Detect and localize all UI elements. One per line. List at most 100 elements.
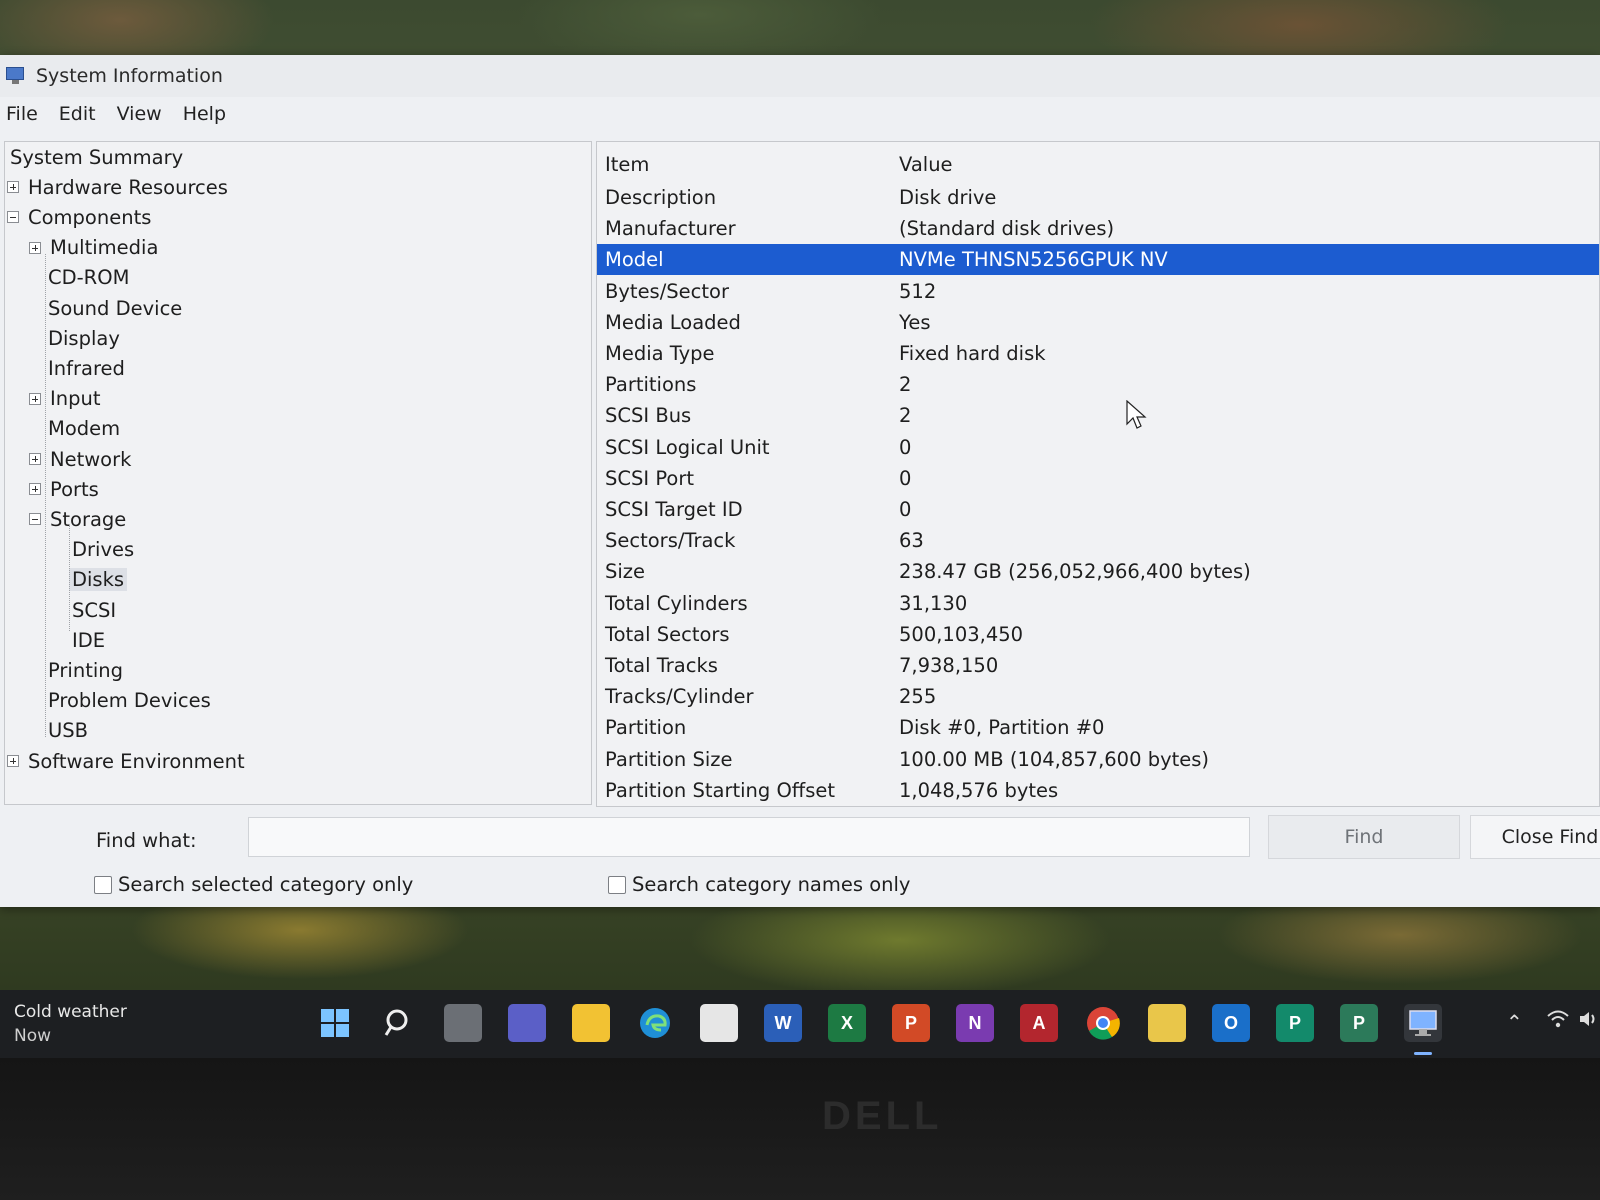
column-header-item[interactable]: Item (605, 153, 649, 176)
outlook-icon[interactable]: O (1212, 1004, 1250, 1042)
table-row[interactable]: Media Loaded Yes (597, 307, 1599, 338)
expand-plus-icon[interactable] (7, 181, 19, 194)
system-information-icon[interactable] (1404, 1004, 1442, 1042)
menu-file[interactable]: File (4, 101, 49, 127)
table-row[interactable]: Partition Size 100.00 MB (104,857,600 byt… (597, 744, 1599, 775)
checkbox-box[interactable] (608, 875, 626, 894)
column-header-value[interactable]: Value (899, 153, 953, 176)
find-what-input[interactable] (248, 817, 1250, 857)
tree-item-label: USB (48, 719, 89, 743)
table-row[interactable]: Media Type Fixed hard disk (597, 338, 1599, 369)
tree-item-ports[interactable]: Ports (29, 475, 102, 503)
table-row[interactable]: Bytes/Sector 512 (597, 276, 1599, 307)
excel-icon[interactable]: X (828, 1004, 866, 1042)
menu-edit[interactable]: Edit (57, 101, 107, 127)
tree-item-printing[interactable]: Printing (45, 656, 126, 684)
menu-help[interactable]: Help (181, 101, 237, 127)
file-explorer-icon[interactable] (572, 1004, 610, 1042)
table-row[interactable]: SCSI Logical Unit 0 (597, 432, 1599, 463)
table-row[interactable]: Tracks/Cylinder 255 (597, 681, 1599, 712)
expand-plus-icon[interactable] (7, 755, 19, 767)
value-cell: 238.47 GB (256,052,966,400 bytes) (899, 560, 1251, 584)
search-selected-category-checkbox[interactable]: Search selected category only (94, 873, 413, 896)
tree-item-label: Input (50, 387, 101, 411)
tree-item-input[interactable]: Input (29, 385, 104, 413)
item-cell: Partitions (605, 373, 697, 397)
tree-item-infrared[interactable]: Infrared (45, 354, 128, 382)
tree-item-label: IDE (72, 628, 106, 652)
tree-item-problem-devices[interactable]: Problem Devices (45, 687, 214, 715)
value-cell: 500,103,450 (899, 622, 1024, 646)
table-row[interactable]: SCSI Bus 2 (597, 400, 1599, 431)
checkbox-box[interactable] (94, 875, 112, 894)
tree-item-label: Drives (72, 538, 135, 562)
find-bar: Find what: Find Close Find Search select… (22, 807, 1600, 907)
publisher-icon[interactable]: P (1276, 1004, 1314, 1042)
table-row[interactable]: Description Disk drive (597, 182, 1599, 213)
tree-item-label: Infrared (48, 356, 125, 380)
value-cell: Fixed hard disk (899, 342, 1046, 365)
tree-item-hardware-resources[interactable]: Hardware Resources (7, 173, 231, 201)
tree-item-components[interactable]: Components (7, 203, 154, 231)
expand-plus-icon[interactable] (29, 453, 41, 465)
table-row[interactable]: Manufacturer (Standard disk drives) (597, 213, 1599, 244)
value-cell: 2 (899, 373, 912, 397)
table-row[interactable]: Total Sectors 500,103,450 (597, 619, 1599, 650)
table-row[interactable]: Total Cylinders 31,130 (597, 588, 1599, 619)
expand-plus-icon[interactable] (29, 241, 41, 254)
tree-item-multimedia[interactable]: Multimedia (29, 234, 161, 262)
table-row[interactable]: Model NVMe THNSN5256GPUK NV (597, 244, 1599, 276)
show-hidden-icons-chevron-icon[interactable]: ⌃ (1506, 1010, 1523, 1034)
table-row[interactable]: Sectors/Track 63 (597, 525, 1599, 556)
table-row[interactable]: Partitions 2 (597, 369, 1599, 400)
wifi-icon[interactable] (1546, 1008, 1570, 1035)
tree-item-sound-device[interactable]: Sound Device (45, 294, 185, 322)
tree-item-label: CD-ROM (48, 266, 130, 290)
powerpoint-icon[interactable]: P (892, 1004, 930, 1042)
tree-item-ide[interactable]: IDE (69, 626, 108, 654)
access-icon[interactable]: A (1020, 1004, 1058, 1042)
table-row[interactable]: Partition Starting Offset 1,048,576 bytes (597, 775, 1599, 806)
tree-item-usb[interactable]: USB (45, 717, 91, 745)
search-icon[interactable] (380, 1004, 418, 1042)
tree-item-label: SCSI (72, 598, 117, 622)
tree-item-display[interactable]: Display (45, 324, 123, 352)
task-view-icon[interactable] (444, 1004, 482, 1042)
tree-item-system-summary[interactable]: System Summary (7, 143, 186, 171)
taskbar: Cold weather Now WXPNAOPP ⌃ (0, 990, 1600, 1058)
tree-item-modem[interactable]: Modem (45, 415, 123, 443)
tree-item-cd-rom[interactable]: CD-ROM (45, 264, 132, 292)
chrome-icon[interactable] (1084, 1004, 1122, 1042)
table-row[interactable]: Size 238.47 GB (256,052,966,400 bytes) (597, 556, 1599, 587)
expand-plus-icon[interactable] (29, 483, 41, 496)
menu-view[interactable]: View (115, 101, 173, 127)
close-find-button[interactable]: Close Find (1470, 815, 1600, 859)
collapse-minus-icon[interactable] (7, 211, 19, 224)
search-category-names-checkbox[interactable]: Search category names only (608, 873, 910, 896)
details-table[interactable]: Item Value Description Disk drive Manufact… (596, 141, 1600, 807)
store-icon[interactable] (700, 1004, 738, 1042)
files-icon[interactable] (1148, 1004, 1186, 1042)
onenote-icon[interactable]: N (956, 1004, 994, 1042)
table-row[interactable]: SCSI Target ID 0 (597, 494, 1599, 525)
table-row[interactable]: SCSI Port 0 (597, 463, 1599, 494)
volume-icon[interactable] (1578, 1008, 1598, 1035)
expand-plus-icon[interactable] (29, 392, 41, 405)
word-icon[interactable]: W (764, 1004, 802, 1042)
tree-item-software-environment[interactable]: Software Environment (7, 747, 248, 775)
weather-widget[interactable]: Cold weather Now (14, 1000, 127, 1048)
project-icon[interactable]: P (1340, 1004, 1378, 1042)
start-icon[interactable] (316, 1004, 354, 1042)
table-row[interactable]: Total Tracks 7,938,150 (597, 650, 1599, 681)
find-button[interactable]: Find (1268, 815, 1460, 859)
tree-item-disks[interactable]: Disks (69, 566, 128, 594)
table-row[interactable]: Partition Disk #0, Partition #0 (597, 712, 1599, 743)
category-tree[interactable]: System Summary Hardware Resources Componen… (4, 141, 592, 805)
title-bar[interactable]: System Information (0, 55, 1600, 97)
tree-item-drives[interactable]: Drives (69, 536, 137, 564)
tree-item-scsi[interactable]: SCSI (69, 596, 119, 624)
collapse-minus-icon[interactable] (29, 513, 41, 526)
find-what-label: Find what: (96, 829, 197, 852)
edge-icon[interactable] (636, 1004, 674, 1042)
teams-chat-icon[interactable] (508, 1004, 546, 1042)
